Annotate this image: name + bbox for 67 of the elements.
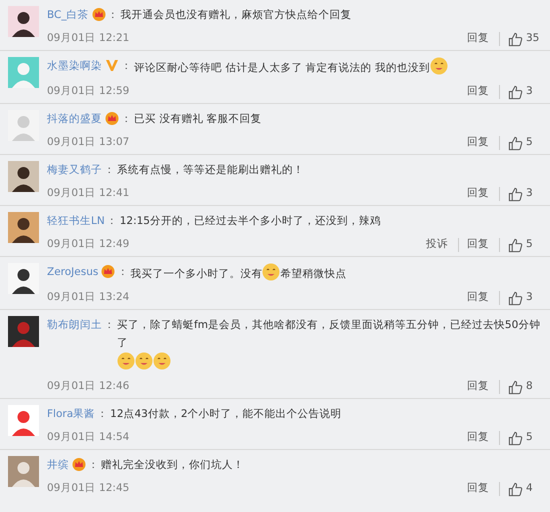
like-button[interactable]: 3 xyxy=(508,186,542,202)
like-button[interactable]: 5 xyxy=(508,237,542,253)
timestamp: 09月01日 12:59 xyxy=(47,84,130,100)
user-name-link[interactable]: 抖落的盛夏 xyxy=(47,113,102,125)
thumbs-up-icon xyxy=(508,32,523,46)
avatar-icon[interactable] xyxy=(8,161,39,192)
comment-text: 赠礼完全没收到，你们坑人！ xyxy=(101,458,244,473)
colon-text: ： xyxy=(121,60,132,72)
colon-text: ： xyxy=(88,459,99,471)
reply-link[interactable]: 回复 xyxy=(467,84,489,100)
like-button[interactable]: 3 xyxy=(508,84,542,100)
timestamp: 09月01日 12:45 xyxy=(47,481,130,496)
comment-text: 系统有点慢，等等还是能刷出赠礼的！ xyxy=(117,163,304,178)
emoji-icon xyxy=(117,352,135,370)
timestamp: 09月01日 13:24 xyxy=(47,290,130,306)
thumbs-up-icon xyxy=(508,290,523,306)
timestamp: 09月01日 14:54 xyxy=(47,430,130,446)
colon-text: ： xyxy=(104,319,115,331)
reply-link[interactable]: 回复 xyxy=(467,430,489,446)
thumbs-up-icon xyxy=(508,482,523,496)
thumbs-up-icon xyxy=(508,186,523,202)
reply-link[interactable]: 回复 xyxy=(467,135,489,151)
colon-text: ： xyxy=(97,408,108,420)
thumbs-up-icon xyxy=(508,430,523,446)
like-button[interactable]: 5 xyxy=(508,135,542,151)
reply-link[interactable]: 回复 xyxy=(467,31,489,47)
timestamp: 09月01日 13:07 xyxy=(47,135,130,150)
colon-text: ： xyxy=(106,215,118,227)
emoji-icon xyxy=(135,352,153,370)
timestamp: 09月01日 12:46 xyxy=(47,379,130,394)
colon-text: ： xyxy=(108,9,119,21)
comment-text: 我买了一个多小时了。没有 xyxy=(130,267,262,282)
reply-link[interactable]: 回复 xyxy=(467,186,489,202)
like-button[interactable]: 4 xyxy=(508,481,542,497)
timestamp: 09月01日 12:49 xyxy=(47,237,130,252)
timestamp: 09月01日 12:21 xyxy=(47,31,130,46)
like-button[interactable]: 8 xyxy=(508,379,542,395)
colon-text: ： xyxy=(104,164,115,176)
like-button[interactable]: 35 xyxy=(508,31,542,47)
reply-link[interactable]: 回复 xyxy=(467,237,489,253)
thumbs-up-icon xyxy=(508,380,523,394)
comment-text: 已买 没有赠礼 客服不回复 xyxy=(134,112,262,127)
comment-text: 买了，除了蜻蜓fm是会员，其他啥都没有，反馈里面说稍等五分钟，已经过去快50分钟了 xyxy=(117,318,542,351)
avatar-icon[interactable] xyxy=(8,263,39,294)
comment-text: 评论区耐心等待吧 估计是人太多了 肯定有说法的 我的也没到 xyxy=(134,61,430,76)
emoji-icon xyxy=(430,57,448,75)
comment-text: 12:15分开的，已经过去半个多小时了，还没到，辣鸡 xyxy=(120,214,381,229)
like-button[interactable]: 3 xyxy=(508,290,542,306)
emoji-icon xyxy=(262,263,280,281)
avatar-icon[interactable] xyxy=(8,212,39,243)
reply-link[interactable]: 回复 xyxy=(467,481,489,497)
reply-link[interactable]: 回复 xyxy=(467,379,489,395)
thumbs-up-icon xyxy=(508,136,523,150)
comment-text: 12点43付款，2个小时了，能不能出个公告说明 xyxy=(110,407,342,422)
colon-text: ： xyxy=(117,266,128,278)
comment-text: 希望稍微快点 xyxy=(280,267,346,282)
user-name-link[interactable]: 井缤 xyxy=(47,459,69,471)
emoji-icon xyxy=(153,352,171,370)
report-link[interactable]: 投诉 xyxy=(426,237,448,253)
reply-link[interactable]: 回复 xyxy=(467,290,489,306)
timestamp: 09月01日 12:41 xyxy=(47,186,130,202)
like-button[interactable]: 5 xyxy=(508,430,542,446)
thumbs-up-icon xyxy=(508,238,523,252)
colon-text: ： xyxy=(121,113,132,125)
avatar-icon[interactable] xyxy=(8,6,39,37)
comment-text: 我开通会员也没有赠礼，麻烦官方快点给个回复 xyxy=(120,8,352,23)
thumbs-up-icon xyxy=(508,84,523,100)
